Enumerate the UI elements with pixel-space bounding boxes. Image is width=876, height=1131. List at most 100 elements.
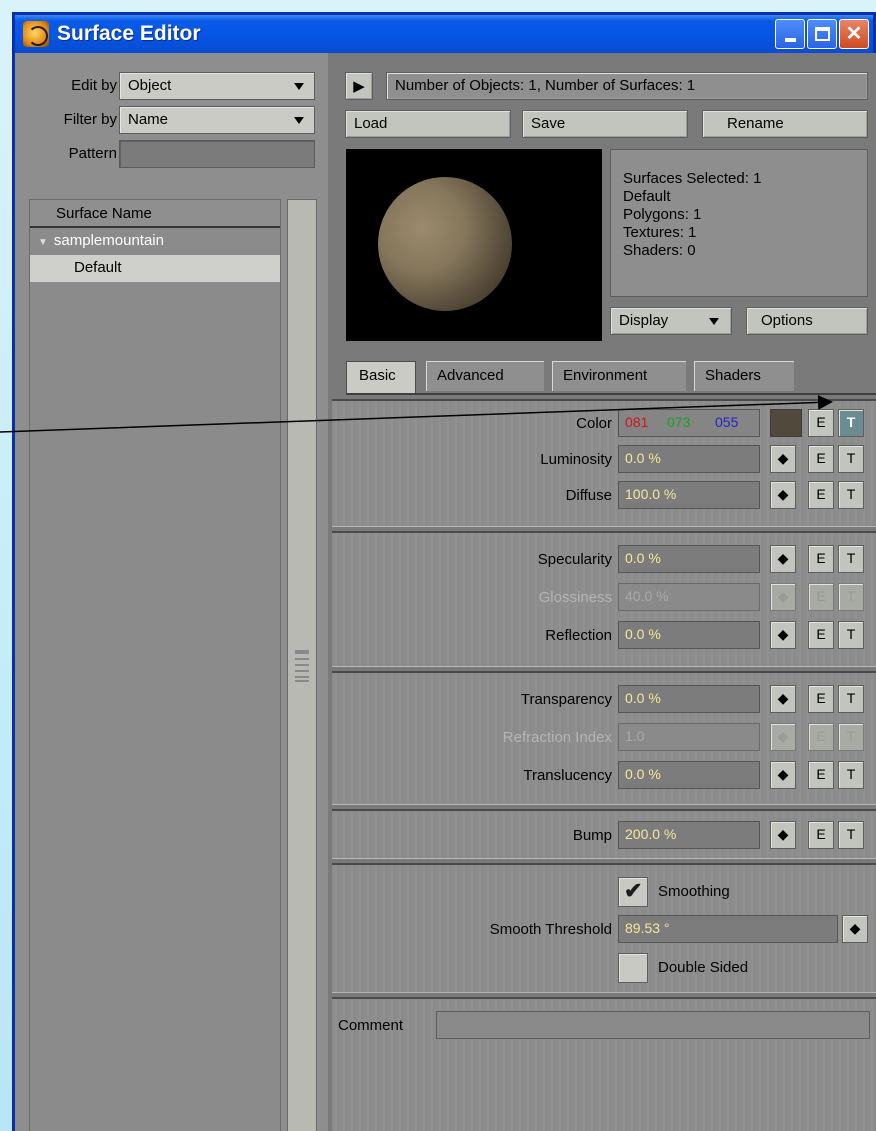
pattern-input[interactable]: [119, 140, 315, 168]
reflection-slider-button[interactable]: ◆: [770, 621, 796, 649]
glossiness-slider-button: ◆: [770, 583, 796, 611]
smoothing-label: Smoothing: [658, 883, 730, 900]
checkmark-icon: ✔: [624, 878, 643, 903]
stats-text: Surfaces Selected: 1 Default Polygons: 1…: [623, 170, 761, 260]
filter-by-value: Name: [128, 111, 169, 128]
tab-basic[interactable]: Basic: [346, 361, 416, 393]
translucency-texture-button[interactable]: T: [838, 761, 864, 789]
bump-texture-button[interactable]: T: [838, 821, 864, 849]
translucency-input[interactable]: 0.0 %: [618, 761, 760, 789]
load-button[interactable]: Load: [345, 110, 511, 138]
glossiness-label: Glossiness: [538, 589, 612, 606]
translucency-envelope-button[interactable]: E: [808, 761, 834, 789]
color-envelope-button[interactable]: E: [808, 409, 834, 437]
tab-bar: Basic Advanced Environment Shaders: [346, 357, 876, 397]
surface-list[interactable]: Surface Name ▼ samplemountain Default: [29, 199, 281, 1131]
section-transparency: Transparency 0.0 % ◆ E T Refraction Inde…: [332, 671, 876, 805]
specularity-label: Specularity: [537, 551, 612, 568]
section-smoothing: ✔ Smoothing Smooth Threshold 89.53 ° ◆ D…: [332, 863, 876, 993]
surface-editor-window: Surface Editor ✕ Edit by Object Filter b…: [12, 12, 876, 1131]
surface-preview: [346, 149, 602, 341]
glossiness-envelope-button: E: [808, 583, 834, 611]
transparency-input[interactable]: 0.0 %: [618, 685, 760, 713]
reflection-texture-button[interactable]: T: [838, 621, 864, 649]
summary-bar: Number of Objects: 1, Number of Surfaces…: [386, 72, 868, 100]
tab-advanced[interactable]: Advanced: [426, 361, 544, 391]
smooth-threshold-label: Smooth Threshold: [489, 921, 612, 938]
stat-line: Default: [623, 188, 671, 205]
translucency-slider-button[interactable]: ◆: [770, 761, 796, 789]
minimize-icon: [784, 38, 796, 42]
double-sided-checkbox[interactable]: [618, 953, 648, 983]
color-rgb-field[interactable]: 081 073 055: [618, 409, 760, 437]
save-button[interactable]: Save: [522, 110, 688, 138]
surface-name-header[interactable]: Surface Name: [30, 200, 280, 228]
glossiness-texture-button: T: [838, 583, 864, 611]
translucency-label: Translucency: [523, 767, 612, 784]
diffuse-texture-button[interactable]: T: [838, 481, 864, 509]
stat-line: Textures: 1: [623, 224, 697, 241]
rename-button[interactable]: Rename: [702, 110, 868, 138]
minimize-button[interactable]: [775, 19, 805, 49]
reflection-envelope-button[interactable]: E: [808, 621, 834, 649]
stat-line: Polygons: 1: [623, 206, 702, 223]
comment-input[interactable]: [436, 1011, 870, 1039]
window-title: Surface Editor: [57, 22, 201, 45]
transparency-slider-button[interactable]: ◆: [770, 685, 796, 713]
title-bar[interactable]: Surface Editor ✕: [15, 15, 873, 53]
filter-by-select[interactable]: Name: [119, 106, 315, 134]
chevron-down-icon: [294, 117, 304, 124]
luminosity-slider-button[interactable]: ◆: [770, 445, 796, 473]
reflection-input[interactable]: 0.0 %: [618, 621, 760, 649]
transparency-envelope-button[interactable]: E: [808, 685, 834, 713]
display-value: Display: [619, 312, 669, 329]
refraction-texture-button: T: [838, 723, 864, 751]
specularity-envelope-button[interactable]: E: [808, 545, 834, 573]
smoothing-checkbox[interactable]: ✔: [618, 877, 648, 907]
tab-environment[interactable]: Environment: [552, 361, 686, 391]
diffuse-envelope-button[interactable]: E: [808, 481, 834, 509]
color-swatch[interactable]: [770, 409, 802, 437]
refraction-envelope-button: E: [808, 723, 834, 751]
diffuse-input[interactable]: 100.0 %: [618, 481, 760, 509]
scrollbar-grip[interactable]: [295, 650, 309, 682]
chevron-down-icon: [709, 318, 719, 325]
maximize-button[interactable]: [807, 19, 837, 49]
window-controls: ✕: [775, 19, 869, 49]
options-button[interactable]: Options: [746, 307, 868, 335]
diffuse-slider-button[interactable]: ◆: [770, 481, 796, 509]
color-texture-button[interactable]: T: [838, 409, 864, 437]
section-bump: Bump 200.0 % ◆ E T: [332, 809, 876, 859]
tab-underline: [346, 393, 876, 395]
refraction-index-label: Refraction Index: [502, 729, 612, 746]
close-button[interactable]: ✕: [839, 19, 869, 49]
specularity-input[interactable]: 0.0 %: [618, 545, 760, 573]
luminosity-input[interactable]: 0.0 %: [618, 445, 760, 473]
stat-line: Surfaces Selected: 1: [623, 170, 762, 187]
expand-triangle-icon[interactable]: ▼: [38, 237, 48, 248]
list-item[interactable]: Default: [30, 255, 280, 282]
diffuse-label: Diffuse: [565, 487, 612, 504]
smooth-threshold-input[interactable]: 89.53 °: [618, 915, 838, 943]
specularity-slider-button[interactable]: ◆: [770, 545, 796, 573]
color-r: 081: [625, 414, 649, 430]
list-item-group[interactable]: ▼ samplemountain: [30, 228, 280, 255]
bump-envelope-button[interactable]: E: [808, 821, 834, 849]
display-select[interactable]: Display: [610, 307, 732, 335]
bump-input[interactable]: 200.0 %: [618, 821, 760, 849]
luminosity-envelope-button[interactable]: E: [808, 445, 834, 473]
list-scrollbar[interactable]: [287, 199, 317, 1131]
transparency-texture-button[interactable]: T: [838, 685, 864, 713]
edit-by-select[interactable]: Object: [119, 72, 315, 100]
specularity-texture-button[interactable]: T: [838, 545, 864, 573]
expand-button[interactable]: ▶: [345, 72, 373, 100]
tab-shaders[interactable]: Shaders: [694, 361, 794, 391]
color-b: 055: [715, 414, 739, 430]
smooth-threshold-slider-button[interactable]: ◆: [842, 915, 868, 943]
bump-slider-button[interactable]: ◆: [770, 821, 796, 849]
client-area: Edit by Object Filter by Name Pattern Su…: [15, 53, 876, 1131]
color-g: 073: [667, 414, 691, 430]
luminosity-texture-button[interactable]: T: [838, 445, 864, 473]
edit-by-value: Object: [128, 77, 172, 94]
group-name: samplemountain: [53, 232, 164, 249]
